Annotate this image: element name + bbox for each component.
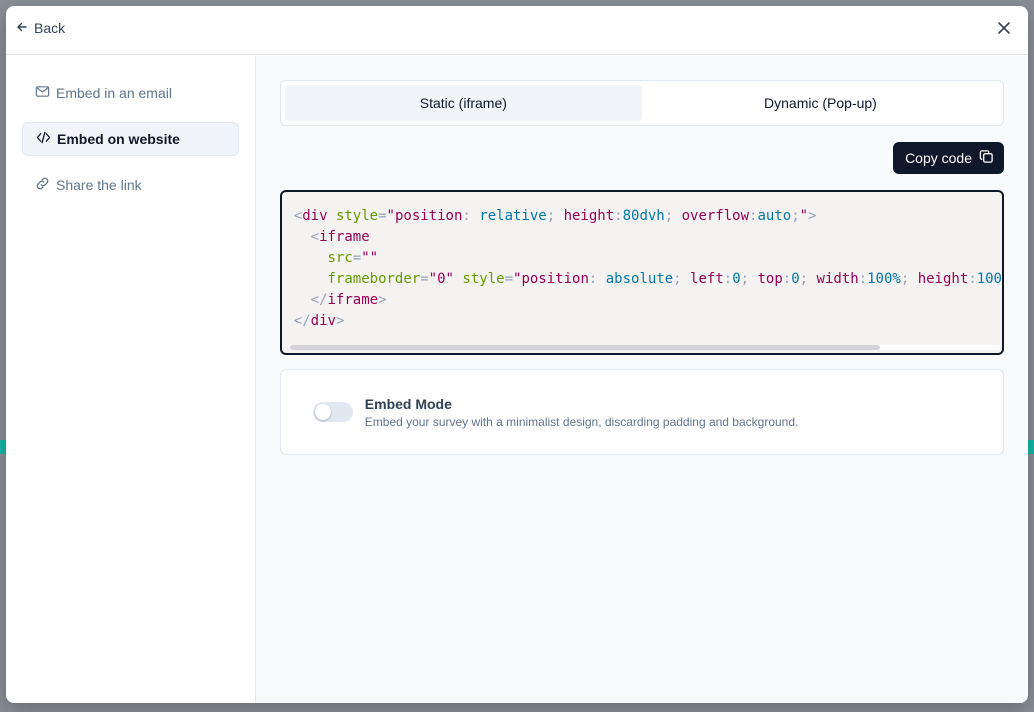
link-icon — [35, 176, 50, 194]
copy-code-button[interactable]: Copy code — [893, 142, 1004, 174]
close-button[interactable] — [994, 20, 1014, 40]
back-button[interactable]: Back — [16, 20, 65, 36]
copy-row: Copy code — [280, 126, 1004, 190]
toggle-knob — [314, 404, 331, 420]
embed-content: Static (iframe) Dynamic (Pop-up) Copy co… — [255, 56, 1028, 703]
code-line: src="" — [327, 250, 379, 266]
modal-body: Embed in an email Embed on website Share… — [6, 56, 1028, 703]
code-icon — [36, 130, 51, 148]
sidebar-item-label: Embed in an email — [56, 85, 172, 101]
sidebar-item-website[interactable]: Embed on website — [22, 122, 239, 156]
embed-mode-description: Embed your survey with a minimalist desi… — [364, 415, 799, 429]
code-line: </iframe> — [310, 292, 387, 308]
scrollbar-thumb[interactable] — [289, 345, 880, 350]
embed-mode-card: Embed Mode Embed your survey with a mini… — [279, 369, 1004, 455]
sidebar-item-email[interactable]: Embed in an email — [22, 76, 239, 110]
copy-icon — [979, 149, 994, 167]
arrow-left-icon — [16, 20, 28, 36]
embed-mode-toggle[interactable] — [312, 402, 353, 422]
embed-type-tabs: Static (iframe) Dynamic (Pop-up) — [279, 80, 1004, 126]
code-block[interactable]: <div style="position: relative; height:8… — [279, 190, 1004, 355]
close-icon — [997, 21, 1011, 40]
tab-static-iframe[interactable]: Static (iframe) — [284, 85, 642, 121]
tab-dynamic-popup[interactable]: Dynamic (Pop-up) — [642, 85, 999, 121]
sidebar-item-label: Embed on website — [57, 131, 180, 147]
sidebar-item-label: Share the link — [56, 177, 142, 193]
mail-icon — [35, 84, 50, 102]
code-line: frameborder="0" style="position: absolut… — [327, 271, 1002, 287]
back-label: Back — [34, 20, 66, 36]
share-modal: Back Embed in an email Embed on website … — [6, 6, 1028, 703]
sidebar: Embed in an email Embed on website Share… — [6, 56, 256, 703]
sidebar-item-link[interactable]: Share the link — [22, 168, 239, 202]
modal-header: Back — [6, 6, 1028, 55]
embed-code: <div style="position: relative; height:8… — [282, 192, 1002, 332]
embed-mode-title: Embed Mode — [364, 396, 452, 412]
code-line: <iframe — [310, 229, 370, 245]
copy-code-label: Copy code — [905, 150, 972, 166]
code-line: </div> — [293, 313, 345, 329]
code-line: <div style="position: relative; height:8… — [293, 208, 817, 224]
horizontal-scrollbar[interactable] — [289, 345, 1000, 350]
